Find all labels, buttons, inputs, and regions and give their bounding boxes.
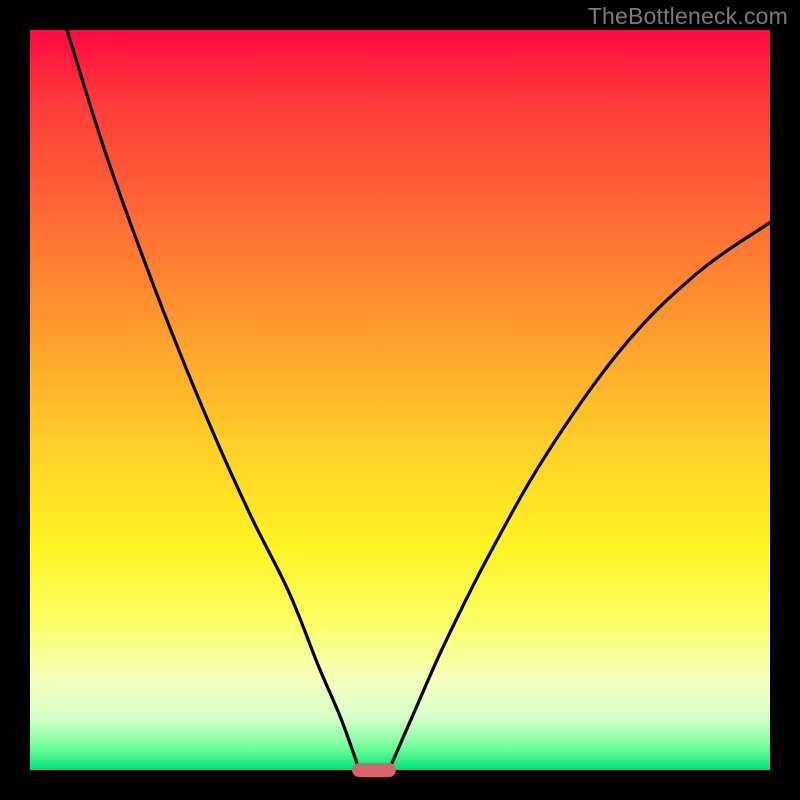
left-curve	[67, 30, 359, 770]
watermark-text: TheBottleneck.com	[588, 3, 788, 30]
plot-area	[30, 30, 770, 770]
right-curve	[389, 222, 770, 770]
bottleneck-marker	[352, 763, 396, 777]
curve-layer	[30, 30, 770, 770]
chart-frame: TheBottleneck.com	[0, 0, 800, 800]
